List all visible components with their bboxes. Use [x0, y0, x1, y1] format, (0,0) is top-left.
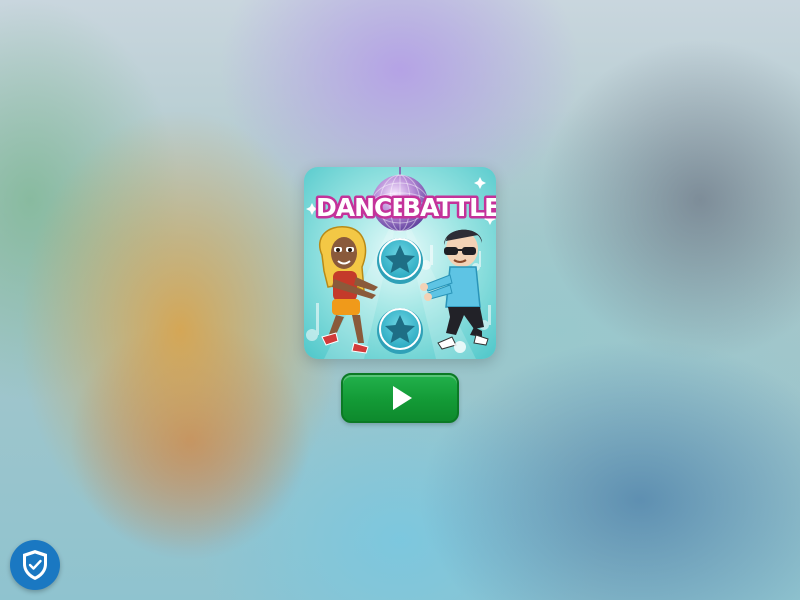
star-disc-bottom: [377, 308, 423, 354]
play-button[interactable]: [341, 373, 459, 423]
game-title-part2: BATTLE: [402, 193, 496, 222]
game-launch-screen: DANCE BATTLE: [0, 0, 800, 600]
game-thumbnail[interactable]: DANCE BATTLE: [304, 167, 496, 359]
game-thumbnail-art: DANCE BATTLE: [304, 167, 496, 359]
play-icon: [392, 386, 412, 410]
privacy-shield-button[interactable]: [10, 540, 60, 590]
shield-check-icon: [23, 550, 47, 580]
game-title-part1: DANCE: [316, 193, 407, 222]
game-logo-title: DANCE BATTLE: [314, 191, 497, 225]
star-disc-top: [377, 238, 423, 284]
